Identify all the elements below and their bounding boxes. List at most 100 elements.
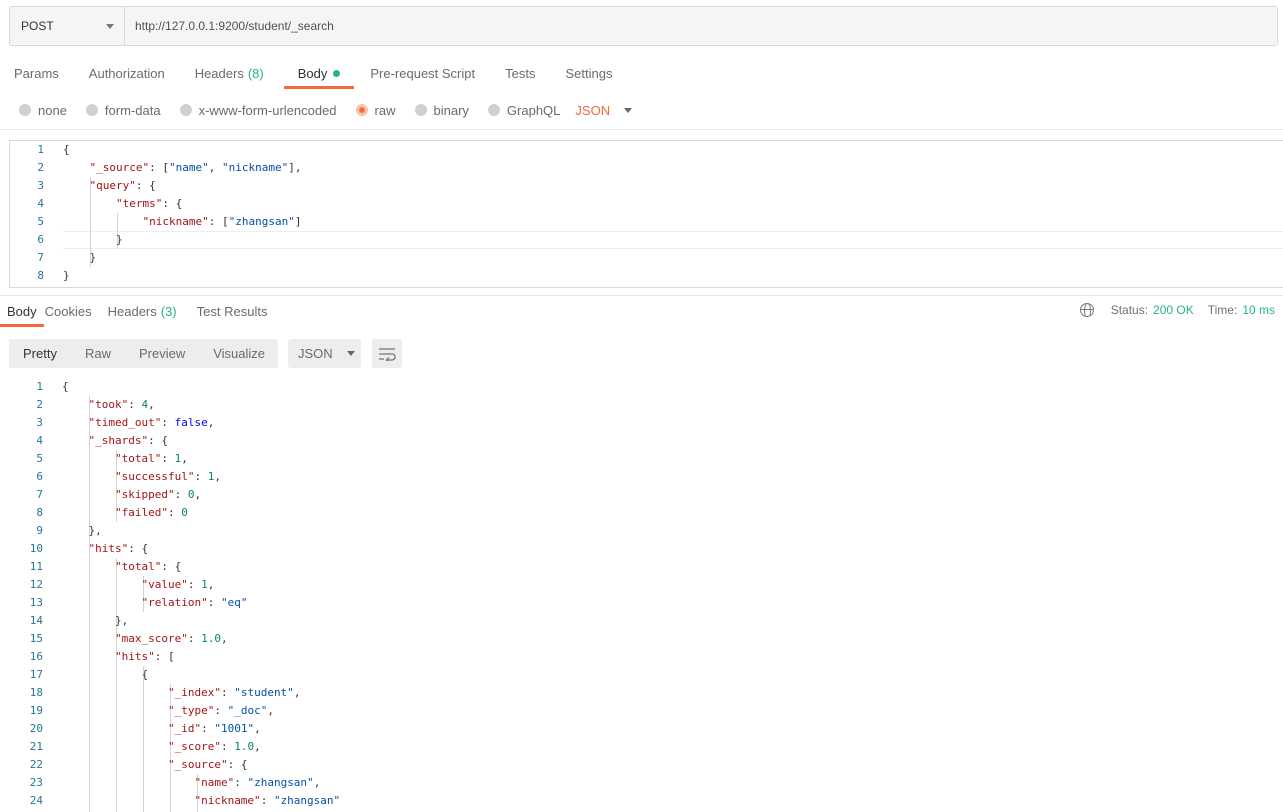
line-number: 8 (36, 506, 43, 519)
line-text: "_id": "1001", (167, 722, 261, 735)
method-select[interactable]: POST (10, 7, 125, 45)
line-text: { (62, 668, 149, 681)
line-number: 2 (36, 398, 43, 411)
line-text: "relation": "eq" (141, 596, 248, 609)
response-tab-test-results[interactable]: Test Results (197, 297, 268, 326)
line-text: "_score": 1.0, (167, 740, 261, 753)
line-text: }, (62, 524, 102, 537)
view-preview-button[interactable]: Preview (125, 339, 199, 368)
response-format-select[interactable]: JSON (288, 339, 361, 368)
chevron-down-icon (624, 107, 633, 113)
code-line: 8 "failed": 0 (9, 504, 1283, 522)
request-body-editor[interactable]: 1{2 "_source": ["name", "nickname"], 3 "q… (9, 140, 1283, 288)
view-mode-group: Pretty Raw Preview Visualize (9, 339, 278, 368)
line-number: 23 (29, 776, 43, 789)
radio-x-www-form-urlencoded[interactable]: x-www-form-urlencoded (179, 103, 337, 118)
line-text: "_source": { (167, 758, 248, 771)
body-format-select[interactable]: JSON (575, 103, 633, 118)
code-line: 1{ (9, 378, 1283, 396)
code-line: 6 "successful": 1, (9, 468, 1283, 486)
line-text: } (63, 251, 97, 264)
line-number: 2 (37, 161, 44, 174)
code-line: 19 "_type": "_doc", (9, 702, 1283, 720)
code-line: 9 }, (9, 522, 1283, 540)
line-number: 9 (36, 524, 43, 537)
code-line: 21 "_score": 1.0, (9, 738, 1283, 756)
code-line: 4 "_shards": { (9, 432, 1283, 450)
line-number: 6 (37, 233, 44, 246)
line-text: }, (62, 614, 129, 627)
tab-authorization[interactable]: Authorization (89, 58, 165, 88)
line-number: 3 (36, 416, 43, 429)
response-body-viewer[interactable]: 1{ 2 "took": 4, 3 "timed_out": false, 4 "_s… (9, 378, 1283, 812)
radio-binary[interactable]: binary (414, 103, 469, 118)
radio-none[interactable]: none (19, 103, 67, 118)
radio-selected-icon (355, 104, 368, 116)
line-number: 7 (36, 488, 43, 501)
radio-graphql[interactable]: GraphQL (487, 103, 560, 118)
code-line: 12 "value": 1, (9, 576, 1283, 594)
line-number: 14 (29, 614, 43, 627)
request-tabs: Params Authorization Headers (8) Body Pre… (0, 58, 612, 90)
chevron-down-icon (106, 23, 114, 29)
line-number: 16 (29, 650, 43, 663)
chevron-down-icon (346, 351, 355, 356)
code-line: 11 "total": { (9, 558, 1283, 576)
line-number: 3 (37, 179, 44, 192)
code-line: 15 "max_score": 1.0, (9, 630, 1283, 648)
divider (0, 129, 1283, 130)
line-number: 10 (29, 542, 43, 555)
method-label: POST (21, 19, 54, 33)
line-number: 12 (29, 578, 43, 591)
wrap-lines-button[interactable] (372, 339, 402, 368)
code-line: 7 "skipped": 0, (9, 486, 1283, 504)
line-text: "took": 4, (88, 398, 155, 411)
line-number: 21 (29, 740, 43, 753)
code-line: 6 } (10, 231, 1283, 249)
line-text: "hits": [ (114, 650, 175, 663)
response-body-lines: 1{ 2 "took": 4, 3 "timed_out": false, 4 "_s… (9, 378, 1283, 810)
response-tab-cookies[interactable]: Cookies (45, 297, 92, 326)
tab-pre-request-script[interactable]: Pre-request Script (370, 58, 475, 88)
request-body-lines: 1{2 "_source": ["name", "nickname"], 3 "q… (10, 141, 1283, 285)
tab-params[interactable]: Params (14, 58, 59, 88)
response-tabs: Body Cookies Headers (3) Test Results (0, 297, 267, 328)
line-text: "skipped": 0, (114, 488, 202, 501)
url-input[interactable]: http://127.0.0.1:9200/student/_search (125, 7, 1277, 45)
radio-icon (414, 104, 427, 116)
tab-body[interactable]: Body (283, 58, 355, 89)
line-text: "total": { (114, 560, 182, 573)
line-text: "value": 1, (141, 578, 215, 591)
response-status: Status: 200 OK Time: 10 ms (1079, 303, 1275, 317)
tab-tests[interactable]: Tests (505, 58, 535, 88)
line-text: "_type": "_doc", (167, 704, 274, 717)
line-text: "timed_out": false, (88, 416, 215, 429)
radio-icon (487, 104, 500, 116)
line-number: 11 (29, 560, 43, 573)
radio-raw[interactable]: raw (355, 103, 396, 118)
globe-icon[interactable] (1079, 303, 1094, 317)
line-text: "successful": 1, (114, 470, 221, 483)
view-visualize-button[interactable]: Visualize (199, 339, 279, 368)
view-pretty-button[interactable]: Pretty (9, 339, 71, 368)
line-number: 8 (37, 269, 44, 282)
request-url-bar: POST http://127.0.0.1:9200/student/_sear… (9, 6, 1278, 46)
radio-form-data[interactable]: form-data (85, 103, 161, 118)
response-tab-body[interactable]: Body (0, 297, 44, 327)
body-modified-dot-icon (333, 69, 341, 77)
response-tab-headers[interactable]: Headers (3) (108, 297, 177, 326)
line-number: 22 (29, 758, 43, 771)
line-text: "_shards": { (88, 434, 168, 447)
line-number: 4 (37, 197, 44, 210)
line-number: 17 (29, 668, 43, 681)
tab-headers[interactable]: Headers (8) (195, 58, 264, 88)
code-line: 20 "_id": "1001", (9, 720, 1283, 738)
tab-settings[interactable]: Settings (565, 58, 612, 88)
line-number: 24 (29, 794, 43, 807)
line-number: 19 (29, 704, 43, 717)
line-text: } (63, 269, 70, 282)
view-raw-button[interactable]: Raw (71, 339, 125, 368)
code-line: 4 "terms": { (10, 195, 1283, 213)
code-line: 2 "_source": ["name", "nickname"], (10, 159, 1283, 177)
radio-icon (179, 104, 192, 116)
